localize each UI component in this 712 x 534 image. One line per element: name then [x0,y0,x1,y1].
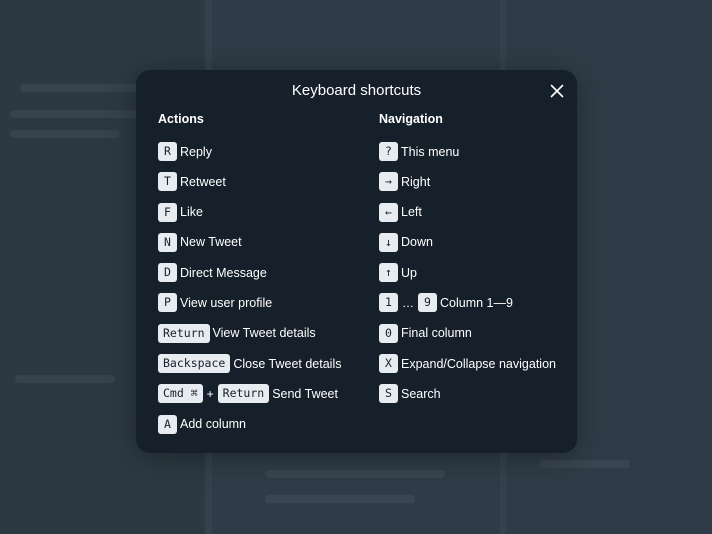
shortcut-row: Backspace Close Tweet details [158,353,341,374]
key-cap: F [158,202,177,222]
shortcut-row: ? This menu [379,141,556,162]
shortcut-label: Expand/Collapse navigation [401,356,556,371]
shortcut-row: A Add column [158,414,341,435]
key-cap: Return [217,384,270,404]
key-cap: → [379,172,398,192]
close-icon [550,84,564,98]
shortcut-row: ↑ Up [379,262,556,283]
shortcut-label: New Tweet [180,235,242,250]
background-text [15,375,115,383]
background-text [265,470,445,478]
shortcut-row: T Retweet [158,171,341,192]
keyboard-shortcuts-dialog: Keyboard shortcuts Actions R Reply T Retwee… [136,70,577,453]
shortcut-label: Up [401,265,417,280]
shortcut-label: Direct Message [180,265,267,280]
shortcut-label: Close Tweet details [233,356,342,371]
shortcut-row: D Direct Message [158,262,341,283]
background-text [20,84,140,92]
key-cap: T [158,172,177,192]
key-cap: X [379,354,398,374]
key-cap: Backspace [158,354,231,374]
shortcut-row: ← Left [379,202,556,223]
key-cap: 9 [418,293,437,313]
key-cap: ? [379,142,398,161]
shortcut-row: X Expand/Collapse navigation [379,353,556,374]
actions-column: Actions R Reply T Retweet F Like N New Tweet D Di… [158,112,341,444]
shortcut-label: Final column [401,326,472,341]
shortcut-row: 1 … 9 Column 1—9 [379,292,556,313]
shortcut-row: N New Tweet [158,232,341,253]
shortcut-label: Left [401,205,422,220]
shortcut-label: Column 1—9 [440,295,513,310]
navigation-column: Navigation ? This menu → Right ← Left ↓ Down ↑ Up… [379,112,556,414]
background-text [540,460,630,468]
shortcut-label: Right [401,174,431,189]
background-text [10,130,120,138]
key-cap: ↓ [379,232,398,252]
key-cap: 0 [379,323,398,343]
shortcut-row: → Right [379,171,556,192]
shortcut-label: Like [180,205,203,220]
shortcut-row: R Reply [158,141,341,162]
key-cap: D [158,263,177,283]
key-cap: Cmd ⌘ [158,384,203,404]
dialog-title: Keyboard shortcuts [291,82,422,99]
actions-list: R Reply T Retweet F Like N New Tweet D Direct Mes… [158,141,341,435]
key-cap: P [158,293,177,313]
background-text [265,495,415,503]
shortcut-label: Down [401,235,433,250]
key-joiner: … [402,295,414,310]
shortcut-row: 0 Final column [379,323,556,344]
shortcut-label: Retweet [180,174,226,189]
shortcut-row: P View user profile [158,292,341,313]
key-cap: S [379,384,398,404]
shortcut-label: This menu [401,144,460,159]
navigation-list: ? This menu → Right ← Left ↓ Down ↑ Up 1… 9 Column 1… [379,141,556,404]
shortcut-label: View user profile [180,295,273,310]
shortcut-row: Return View Tweet details [158,323,341,344]
key-cap: ↑ [379,263,398,283]
shortcut-label: Send Tweet [272,386,338,401]
key-cap: ← [379,202,398,222]
key-cap: N [158,232,177,252]
key-cap: A [158,414,177,434]
shortcut-label: View Tweet details [212,326,316,341]
key-joiner: + [206,386,214,401]
key-cap: R [158,142,177,161]
key-cap: 1 [379,293,398,313]
shortcut-label: Search [401,386,441,401]
shortcut-row: S Search [379,383,556,404]
shortcut-label: Add column [180,417,247,432]
shortcut-row: F Like [158,202,341,223]
shortcut-row: ↓ Down [379,232,556,253]
actions-heading: Actions [158,112,204,126]
navigation-heading: Navigation [379,112,443,126]
shortcut-label: Reply [180,144,212,159]
key-cap: Return [158,323,210,343]
shortcut-row: Cmd ⌘ + Return Send Tweet [158,383,341,404]
close-button[interactable] [547,81,567,101]
